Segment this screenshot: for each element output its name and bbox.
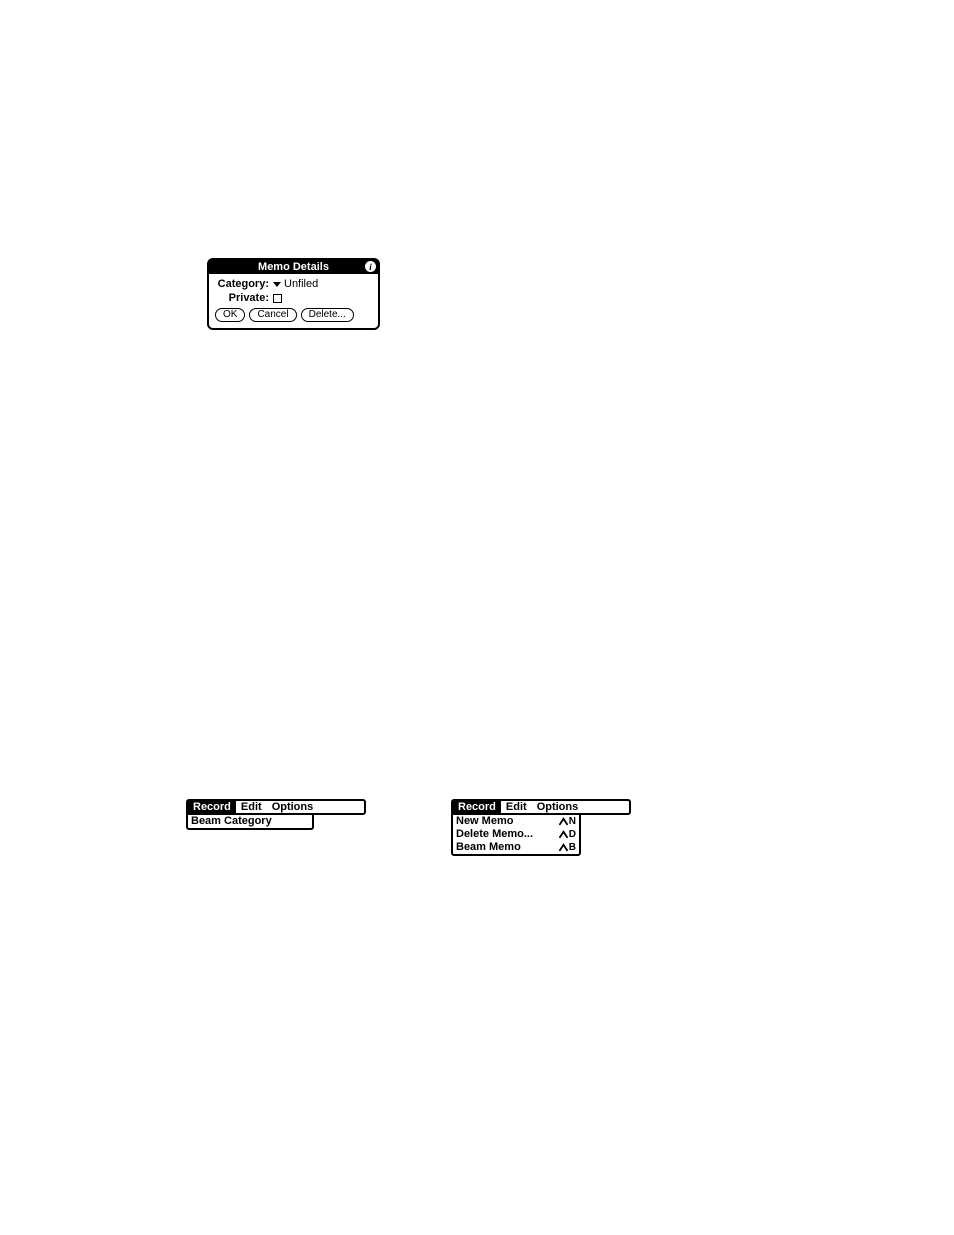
menu-record[interactable]: Record bbox=[453, 801, 501, 813]
menu-options[interactable]: Options bbox=[532, 801, 584, 813]
record-menu-edit-view: New Memo N Delete Memo... D Beam Memo B bbox=[451, 813, 581, 856]
shortcut-key: D bbox=[569, 828, 576, 841]
menu-item-shortcut: D bbox=[559, 828, 576, 841]
shortcut-key: N bbox=[569, 815, 576, 828]
ok-button[interactable]: OK bbox=[215, 308, 245, 322]
dialog-button-row: OK Cancel Delete... bbox=[215, 308, 372, 322]
menu-item-label: Beam Memo bbox=[456, 841, 521, 854]
graffiti-stroke-icon bbox=[559, 817, 568, 826]
dropdown-arrow-icon bbox=[273, 282, 281, 287]
private-row: Private: bbox=[215, 292, 372, 304]
memo-details-dialog: Memo Details i Category: Unfiled Private… bbox=[207, 258, 380, 330]
category-dropdown[interactable]: Unfiled bbox=[273, 278, 318, 290]
private-checkbox[interactable] bbox=[273, 294, 282, 303]
graffiti-stroke-icon bbox=[559, 843, 568, 852]
menubar-spacer bbox=[583, 801, 629, 813]
menu-item-new-memo[interactable]: New Memo N bbox=[453, 815, 579, 828]
graffiti-stroke-icon bbox=[559, 830, 568, 839]
menu-item-label: New Memo bbox=[456, 815, 513, 828]
record-menu-list-view: Beam Category bbox=[186, 813, 314, 830]
menu-item-label: Beam Category bbox=[191, 815, 272, 828]
menu-record[interactable]: Record bbox=[188, 801, 236, 813]
cancel-button[interactable]: Cancel bbox=[249, 308, 296, 322]
delete-button[interactable]: Delete... bbox=[301, 308, 354, 322]
shortcut-key: B bbox=[569, 841, 576, 854]
info-icon[interactable]: i bbox=[365, 261, 376, 272]
menu-edit[interactable]: Edit bbox=[236, 801, 267, 813]
menubar-spacer bbox=[318, 801, 364, 813]
dialog-titlebar: Memo Details i bbox=[209, 260, 378, 274]
private-label: Private: bbox=[215, 292, 273, 304]
menu-edit[interactable]: Edit bbox=[501, 801, 532, 813]
category-label: Category: bbox=[215, 278, 273, 290]
menu-item-beam-memo[interactable]: Beam Memo B bbox=[453, 841, 579, 854]
category-row: Category: Unfiled bbox=[215, 278, 372, 290]
category-value: Unfiled bbox=[284, 278, 318, 290]
menu-item-beam-category[interactable]: Beam Category bbox=[188, 815, 312, 828]
menu-options[interactable]: Options bbox=[267, 801, 319, 813]
dialog-body: Category: Unfiled Private: OK Cancel Del… bbox=[209, 274, 378, 328]
dialog-title: Memo Details bbox=[258, 261, 329, 273]
menu-item-shortcut: B bbox=[559, 841, 576, 854]
menu-item-delete-memo[interactable]: Delete Memo... D bbox=[453, 828, 579, 841]
menu-item-shortcut: N bbox=[559, 815, 576, 828]
menu-item-label: Delete Memo... bbox=[456, 828, 533, 841]
